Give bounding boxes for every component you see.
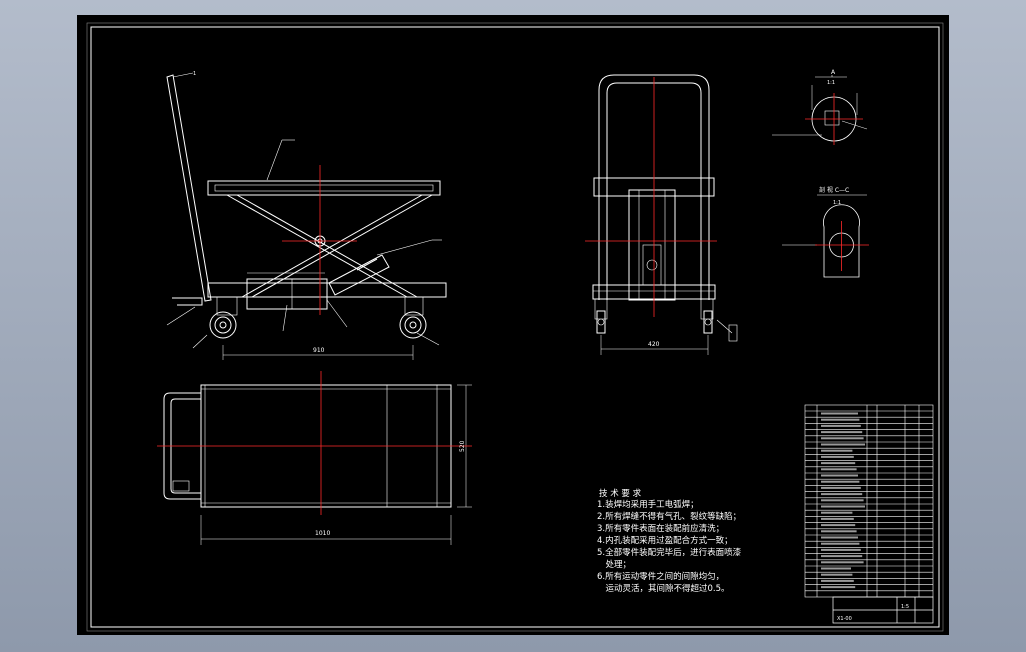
parts-row-text <box>821 462 856 465</box>
parts-row-text <box>821 517 854 520</box>
dim-side-wheelbase: 910 <box>313 347 325 354</box>
notes-line-1: 1.装焊均采用手工电弧焊； <box>597 499 699 510</box>
top-view <box>163 384 472 545</box>
parts-row-text <box>821 524 856 527</box>
parts-row-text <box>821 455 854 458</box>
detail-a <box>772 75 868 142</box>
parts-row-text <box>821 493 863 496</box>
section-cc-centerlines <box>815 221 869 271</box>
parts-row-text <box>821 505 865 508</box>
title-scale: 1:5 <box>901 604 909 610</box>
parts-row-text <box>821 536 858 539</box>
top-view-centerlines <box>157 371 472 515</box>
parts-row-text <box>821 412 858 415</box>
notes-line-2: 2.所有焊缝不得有气孔、裂纹等缺陷； <box>597 511 741 522</box>
parts-row-text <box>821 449 853 452</box>
parts-row-text <box>821 431 863 434</box>
parts-row-text <box>821 561 864 564</box>
parts-row-text <box>821 474 858 477</box>
detail-a-scale: 1:1 <box>827 80 835 86</box>
side-view-centerlines <box>282 165 357 315</box>
parts-row-text <box>821 548 861 551</box>
parts-row-text <box>821 486 861 489</box>
parts-row-text <box>821 530 857 533</box>
front-view <box>592 74 738 355</box>
notes-line-7: 6.所有运动零件之间的间隙均匀， <box>597 571 724 582</box>
parts-row-text <box>821 424 861 427</box>
dim-front-width: 420 <box>648 341 660 348</box>
detail-a-centerlines <box>805 93 863 145</box>
parts-row-text <box>821 443 865 446</box>
drawing-sheet: 1 910 1010 520 420 A 1:1 剖 视 C—C 1:1 技 术… <box>77 15 949 635</box>
technical-requirements: 技 术 要 求 1.装焊均采用手工电弧焊； 2.所有焊缝不得有气孔、裂纹等缺陷；… <box>597 488 742 594</box>
parts-row-text <box>821 437 864 440</box>
notes-heading: 技 术 要 求 <box>599 488 642 499</box>
section-cc-scale: 1:1 <box>833 200 841 206</box>
notes-line-3: 3.所有零件表面在装配前应清洗； <box>597 523 724 534</box>
dim-top-length: 1010 <box>315 530 330 537</box>
parts-row-text <box>821 418 860 421</box>
title-drawing-no: X1-00 <box>837 616 852 622</box>
svg-text:1: 1 <box>193 71 196 77</box>
parts-row-text <box>821 579 854 582</box>
cad-canvas: 1 910 1010 520 420 A 1:1 剖 视 C—C 1:1 技 术… <box>86 22 944 632</box>
parts-row-text <box>821 586 856 589</box>
front-view-centerlines <box>585 77 717 317</box>
parts-row-text <box>821 573 853 576</box>
parts-text <box>821 412 865 589</box>
notes-line-8: 运动灵活，其间隙不得超过0.5。 <box>597 583 730 594</box>
parts-row-text <box>821 511 853 514</box>
dim-top-width: 520 <box>459 440 466 452</box>
side-view: 1 <box>166 71 447 360</box>
section-cc-title: 剖 视 C—C <box>819 186 849 194</box>
parts-row-text <box>821 567 851 570</box>
parts-row-text <box>821 499 864 502</box>
notes-line-5: 5.全部零件装配完毕后，进行表面喷漆 <box>597 547 742 558</box>
section-cc <box>782 194 867 278</box>
detail-a-title: A <box>831 69 836 76</box>
parts-row-text <box>821 468 857 471</box>
parts-row-text <box>821 480 860 483</box>
parts-row-text <box>821 555 863 558</box>
notes-line-4: 4.内孔装配采用过盈配合方式一致； <box>597 535 733 546</box>
parts-row-text <box>821 542 860 545</box>
notes-line-6: 处理； <box>597 559 631 570</box>
